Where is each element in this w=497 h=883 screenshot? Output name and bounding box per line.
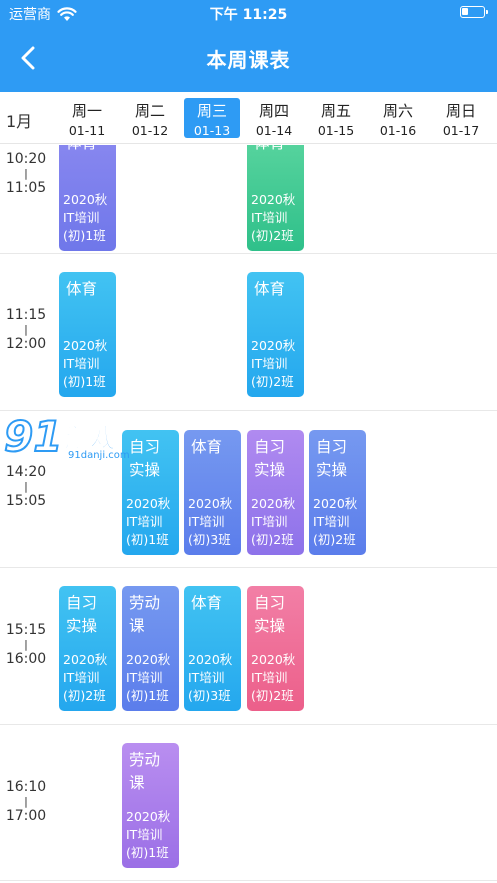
period-sep: |: [24, 795, 28, 808]
course-title: 自习实操: [66, 594, 98, 635]
course-class: 2020秋IT培训(初)1班: [63, 192, 108, 243]
day-name: 周四: [258, 102, 289, 120]
day-date: 01-15: [317, 123, 355, 138]
period-end: 16:00: [5, 651, 47, 667]
period-end: 11:05: [5, 180, 47, 196]
app-header: 运营商 下午 11:25 本周课表: [0, 0, 497, 92]
day-name: 周三: [196, 102, 227, 120]
period-time: 15:15 | 16:00: [0, 622, 52, 668]
period-time: 16:10 | 17:00: [0, 779, 52, 825]
period-time: 10:20 | 11:05: [0, 151, 52, 197]
course-class: 2020秋IT培训(初)1班: [126, 809, 171, 860]
course-card[interactable]: 自习实操 2020秋IT培训(初)1班: [122, 430, 179, 555]
course-title: 体育: [64, 145, 104, 155]
period-time: 11:15 | 12:00: [0, 307, 52, 353]
course-card[interactable]: 体育 2020秋IT培训(初)1班: [59, 145, 116, 251]
course-card[interactable]: 体育 2020秋IT培训(初)1班: [59, 272, 116, 397]
day-tab-5[interactable]: 周五 01-15: [308, 98, 364, 138]
course-class: 2020秋IT培训(初)2班: [313, 496, 358, 547]
day-name: 周一: [71, 102, 102, 120]
row-divider: [0, 410, 497, 411]
course-title: 劳动课: [129, 594, 161, 635]
period-start: 11:15: [5, 307, 47, 323]
day-tab-4[interactable]: 周四 01-14: [246, 98, 302, 138]
course-title: 体育: [191, 438, 223, 456]
course-card[interactable]: 自习实操 2020秋IT培训(初)2班: [247, 586, 304, 711]
course-class: 2020秋IT培训(初)1班: [63, 338, 108, 389]
period-end: 12:00: [5, 336, 47, 352]
period-sep: |: [24, 480, 28, 493]
day-date: 01-14: [255, 123, 293, 138]
course-title: 体育: [254, 280, 286, 298]
month-label: 1月: [6, 112, 33, 131]
course-card[interactable]: 自习实操 2020秋IT培训(初)2班: [247, 430, 304, 555]
row-divider: [0, 724, 497, 725]
timetable[interactable]: 10:20 | 11:05 11:15 | 12:00 14:20 | 15:05 15:15 | 1…: [0, 145, 497, 883]
row-divider: [0, 253, 497, 254]
course-title: 体育: [191, 594, 223, 612]
day-date: 01-12: [131, 123, 169, 138]
course-class: 2020秋IT培训(初)3班: [188, 496, 233, 547]
page-title: 本周课表: [206, 48, 291, 72]
day-tab-3[interactable]: 周三 01-13: [184, 98, 240, 138]
period-start: 10:20: [5, 151, 47, 167]
course-title: 劳动课: [129, 751, 161, 792]
day-date: 01-17: [442, 123, 480, 138]
period-start: 14:20: [5, 464, 47, 480]
status-bar: 运营商 下午 11:25: [0, 0, 497, 26]
day-date: 01-16: [379, 123, 417, 138]
day-tab-2[interactable]: 周二 01-12: [122, 98, 178, 138]
row-divider: [0, 880, 497, 881]
course-title: 自习实操: [254, 594, 286, 635]
course-title: 自习实操: [316, 438, 348, 479]
course-class: 2020秋IT培训(初)2班: [251, 192, 296, 243]
period-end: 17:00: [5, 808, 47, 824]
day-name: 周日: [445, 102, 476, 120]
course-class: 2020秋IT培训(初)1班: [126, 652, 171, 703]
course-card[interactable]: 体育 2020秋IT培训(初)2班: [247, 145, 304, 251]
week-header: 1月 周一 01-11 周二 01-12 周三 01-13 周四 01-14 周五 01-15 周六…: [0, 92, 497, 144]
course-title: 体育: [66, 280, 98, 298]
course-card[interactable]: 体育 2020秋IT培训(初)2班: [247, 272, 304, 397]
day-tab-1[interactable]: 周一 01-11: [59, 98, 115, 138]
course-class: 2020秋IT培训(初)2班: [251, 652, 296, 703]
period-time: 14:20 | 15:05: [0, 464, 52, 510]
day-date: 01-11: [68, 123, 106, 138]
course-title: 自习实操: [129, 438, 161, 479]
row-divider: [0, 567, 497, 568]
day-name: 周六: [382, 102, 413, 120]
course-title: 体育: [252, 145, 292, 155]
day-name: 周五: [320, 102, 351, 120]
day-tab-6[interactable]: 周六 01-16: [370, 98, 426, 138]
battery-icon: [460, 6, 488, 18]
course-title: 自习实操: [254, 438, 286, 479]
period-start: 15:15: [5, 622, 47, 638]
course-card[interactable]: 自习实操 2020秋IT培训(初)2班: [309, 430, 366, 555]
status-time: 下午 11:25: [209, 7, 288, 23]
course-card[interactable]: 劳动课 2020秋IT培训(初)1班: [122, 586, 179, 711]
period-end: 15:05: [5, 493, 47, 509]
period-start: 16:10: [5, 779, 47, 795]
course-card[interactable]: 自习实操 2020秋IT培训(初)2班: [59, 586, 116, 711]
day-name: 周二: [134, 102, 165, 120]
course-class: 2020秋IT培训(初)3班: [188, 652, 233, 703]
course-class: 2020秋IT培训(初)2班: [251, 338, 296, 389]
course-class: 2020秋IT培训(初)2班: [251, 496, 296, 547]
course-card[interactable]: 体育 2020秋IT培训(初)3班: [184, 430, 241, 555]
day-tab-7[interactable]: 周日 01-17: [433, 98, 489, 138]
course-card[interactable]: 体育 2020秋IT培训(初)3班: [184, 586, 241, 711]
course-class: 2020秋IT培训(初)1班: [126, 496, 171, 547]
day-date: 01-13: [193, 123, 231, 138]
course-class: 2020秋IT培训(初)2班: [63, 652, 108, 703]
period-sep: |: [24, 638, 28, 651]
period-sep: |: [24, 167, 28, 180]
period-sep: |: [24, 323, 28, 336]
course-card[interactable]: 劳动课 2020秋IT培训(初)1班: [122, 743, 179, 868]
